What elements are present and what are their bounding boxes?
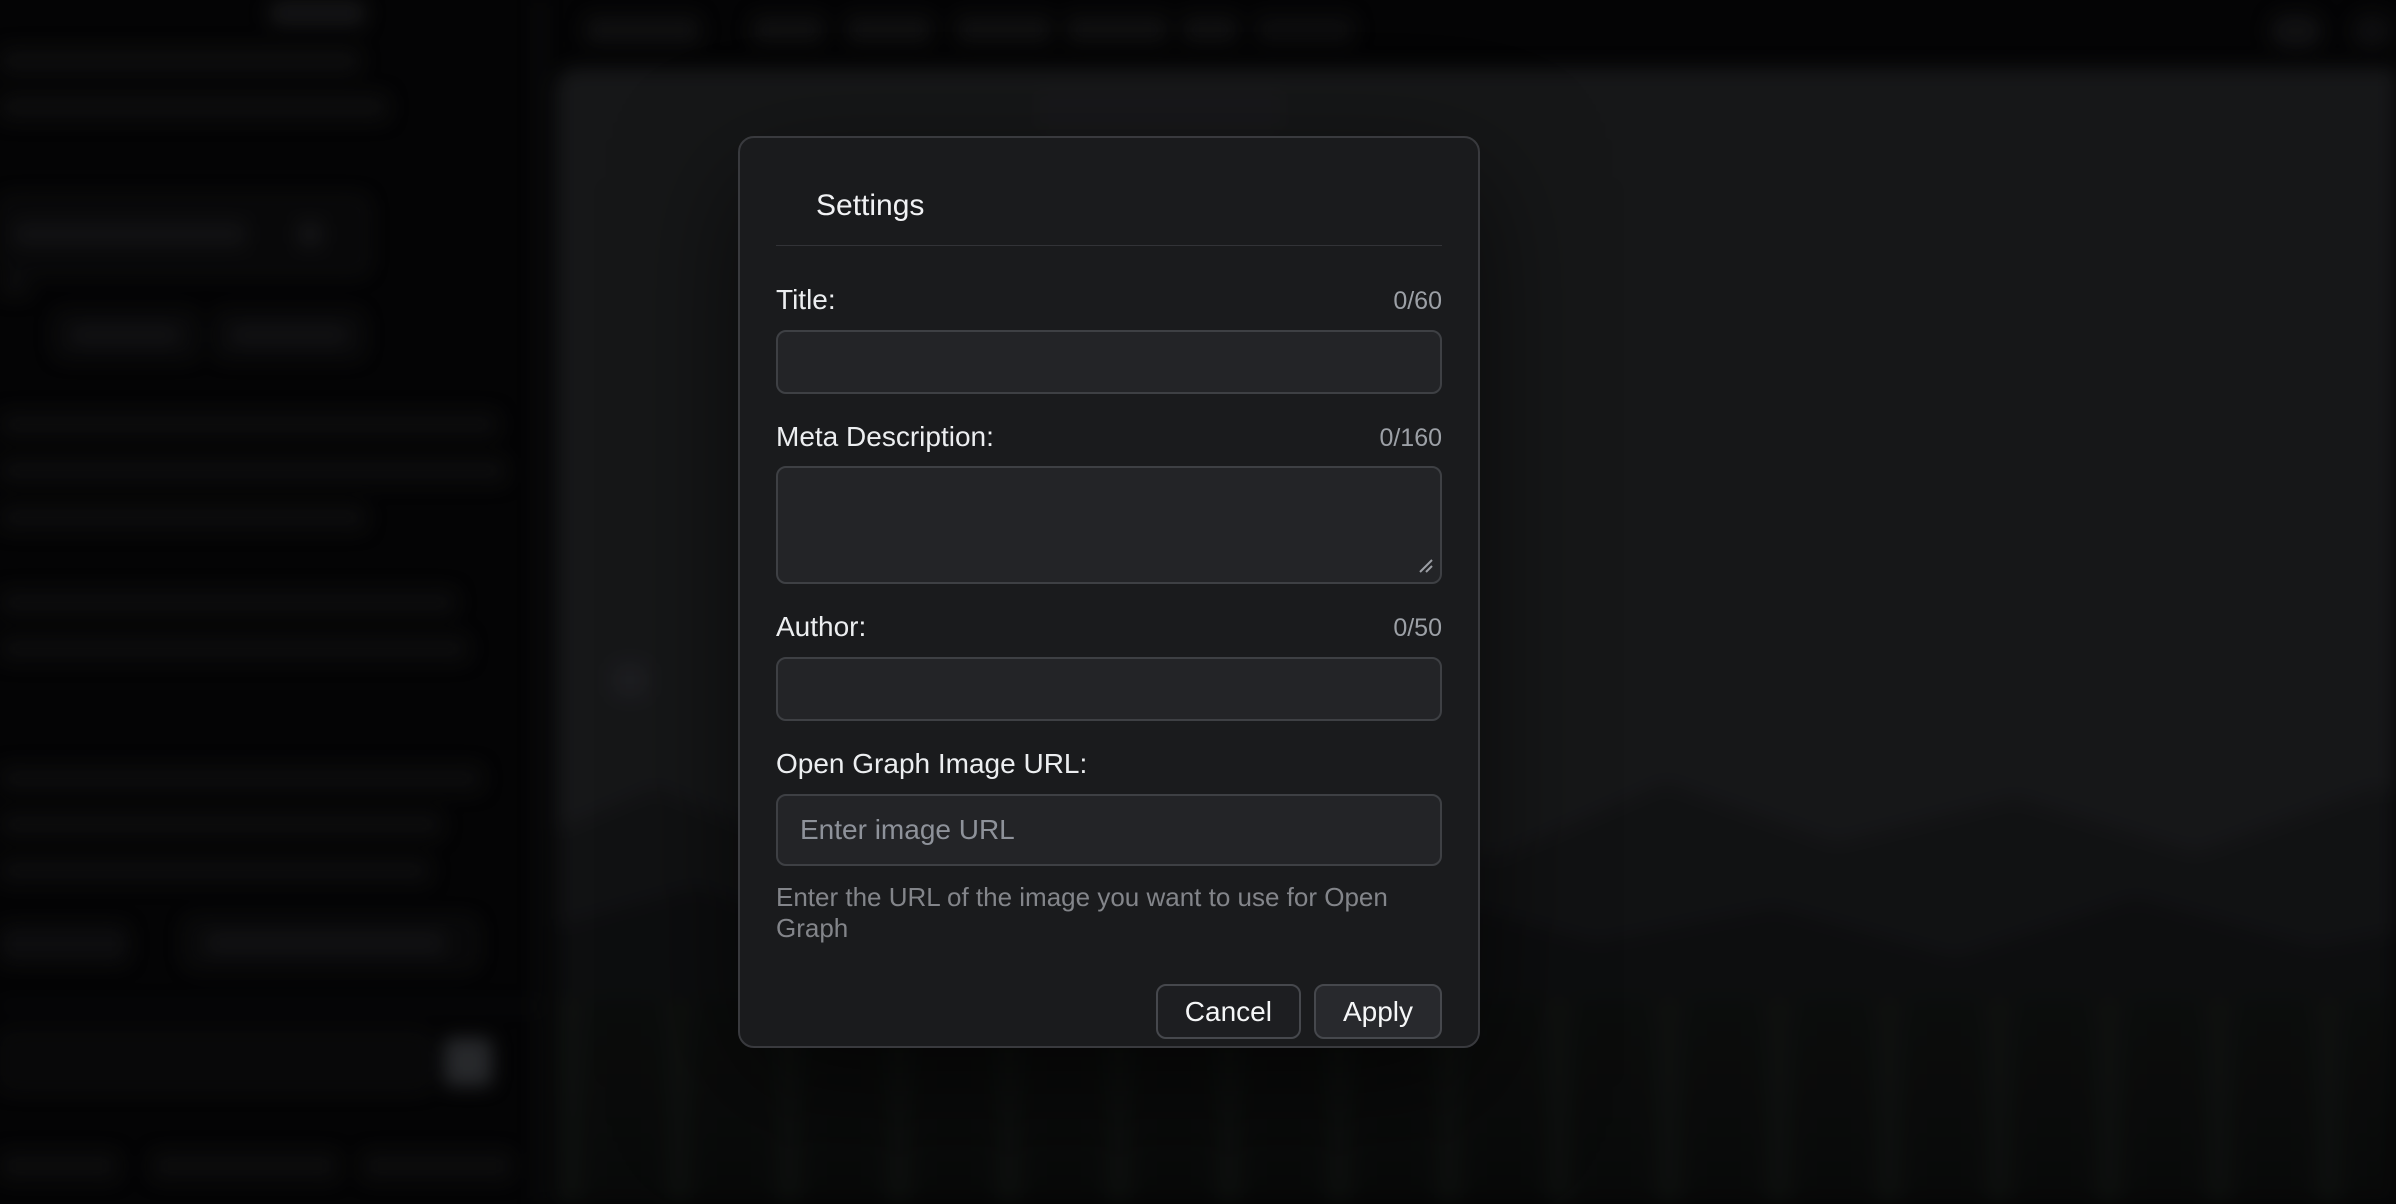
title-label: Title: <box>776 283 836 317</box>
app-screen: Settings Title: 0/60 Meta Description: 0… <box>0 0 2396 1204</box>
dialog-divider <box>776 245 1442 246</box>
meta-description-char-counter: 0/160 <box>1379 424 1442 453</box>
og-image-url-input[interactable] <box>776 794 1442 866</box>
cancel-button[interactable]: Cancel <box>1156 984 1301 1039</box>
apply-button[interactable]: Apply <box>1314 984 1442 1039</box>
meta-description-label: Meta Description: <box>776 420 994 454</box>
author-char-counter: 0/50 <box>1393 614 1442 643</box>
meta-description-textarea[interactable] <box>776 466 1442 584</box>
title-char-counter: 0/60 <box>1393 287 1442 316</box>
title-input[interactable] <box>776 330 1442 394</box>
settings-dialog: Settings Title: 0/60 Meta Description: 0… <box>738 136 1480 1048</box>
og-image-url-label: Open Graph Image URL: <box>776 747 1087 781</box>
author-input[interactable] <box>776 657 1442 721</box>
author-label: Author: <box>776 610 866 644</box>
og-image-url-helper-text: Enter the URL of the image you want to u… <box>776 882 1442 944</box>
dialog-title: Settings <box>816 188 1442 224</box>
